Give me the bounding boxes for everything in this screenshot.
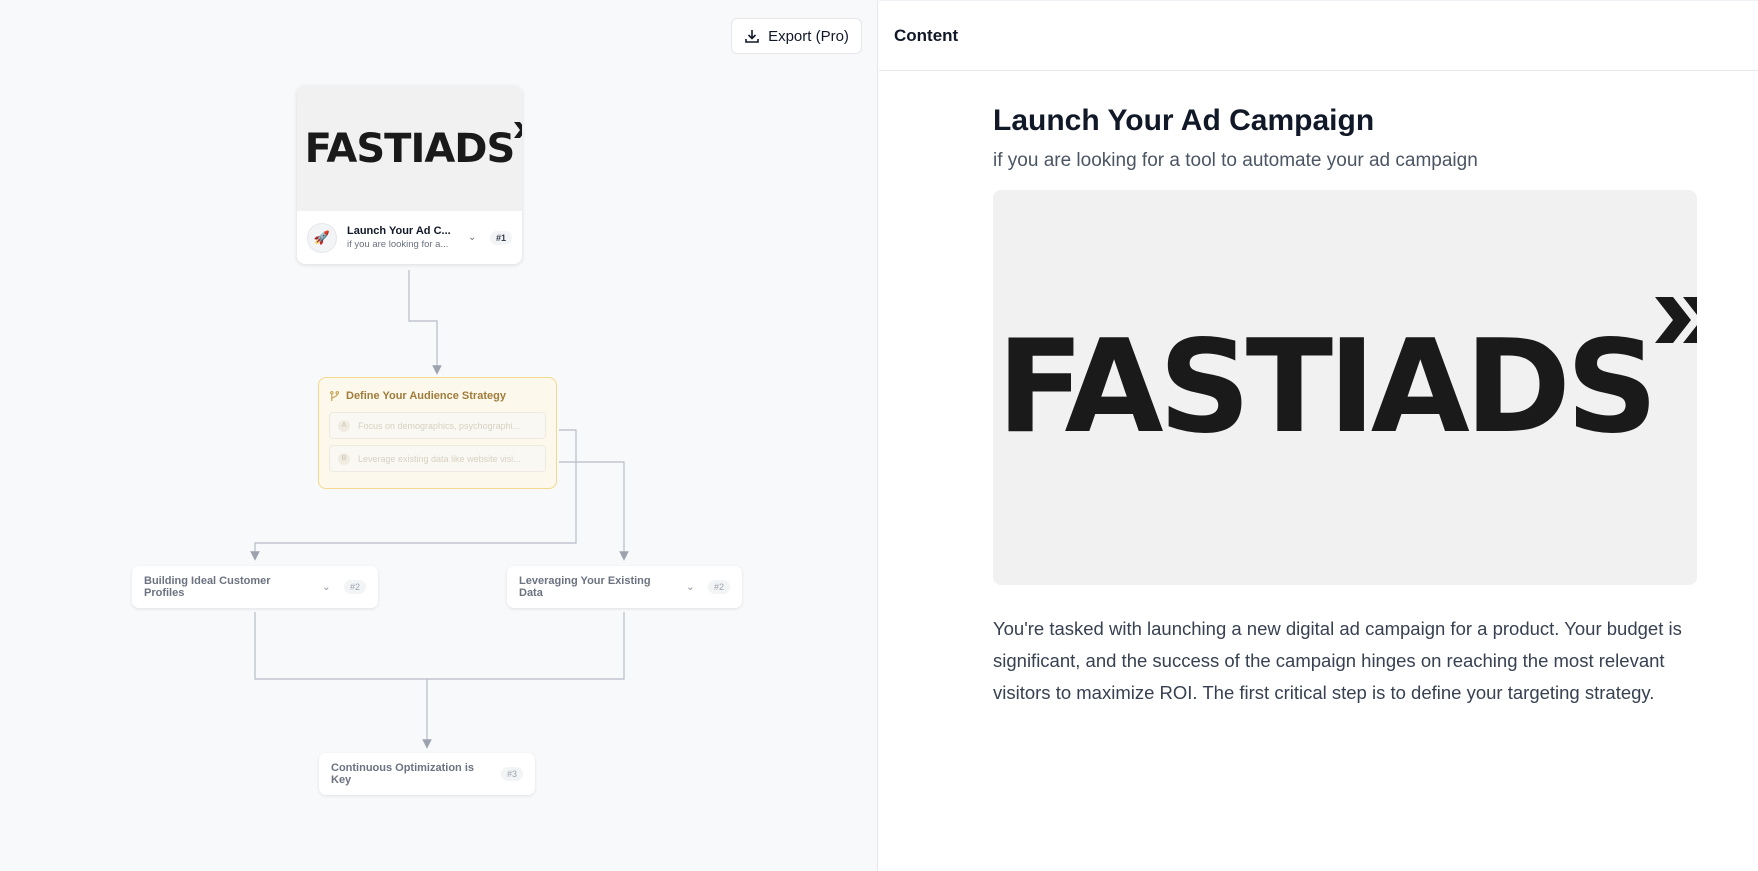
connector-option-b [559, 461, 629, 561]
root-node-subtitle: if you are looking for a... [347, 239, 449, 250]
strategy-node[interactable]: Define Your Audience Strategy A Focus on… [318, 377, 557, 489]
node-leveraging-data[interactable]: Leveraging Your Existing Data ⌄ #2 [507, 566, 742, 608]
node-continuous-optimization[interactable]: Continuous Optimization is Key #3 [319, 753, 535, 795]
connector-root-strategy [408, 270, 442, 375]
double-chevron-icon [1655, 297, 1697, 343]
hero-image: FASTIADS [993, 190, 1697, 585]
chevron-down-icon[interactable]: ⌄ [322, 582, 334, 593]
root-node-title: Launch Your Ad C... [347, 225, 451, 237]
node-title: Building Ideal Customer Profiles [144, 575, 271, 599]
double-chevron-icon [514, 121, 522, 138]
root-node-image: FASTIADS [297, 86, 522, 211]
strategy-option-a[interactable]: A Focus on demographics, psychographi... [329, 412, 546, 439]
content-subtitle: if you are looking for a tool to automat… [993, 150, 1478, 171]
fastiads-logo: FASTIADS [997, 297, 1697, 462]
download-icon [745, 30, 759, 43]
strategy-node-header: Define Your Audience Strategy [329, 386, 546, 406]
root-node-info: 🚀 Launch Your Ad C... if you are looking… [297, 211, 522, 264]
content-body: You're tasked with launching a new digit… [993, 618, 1682, 703]
strategy-option-text: Leverage existing data like website visi… [358, 453, 521, 464]
export-label: Export (Pro) [768, 27, 849, 45]
node-badge: #1 [489, 230, 512, 245]
content-title: Launch Your Ad Campaign [993, 104, 1375, 137]
connector-building-continuous [254, 612, 427, 680]
node-badge: #2 [707, 580, 730, 594]
content-panel: Content Launch Your Ad Campaign if you a… [879, 0, 1758, 871]
panel-body: Launch Your Ad Campaign if you are looki… [993, 102, 1697, 709]
rocket-icon: 🚀 [307, 222, 337, 253]
node-title: Leveraging Your Existing Data [519, 575, 651, 599]
branch-icon [329, 390, 340, 401]
chevron-down-icon[interactable]: ⌄ [686, 582, 698, 593]
node-badge: #3 [500, 767, 523, 781]
connector-leveraging-continuous [427, 612, 625, 680]
strategy-node-title: Define Your Audience Strategy [346, 390, 506, 402]
fastiads-logo: FASTIADS [305, 121, 522, 172]
strategy-option-text: Focus on demographics, psychographi... [358, 420, 521, 431]
node-building-profiles[interactable]: Building Ideal Customer Profiles ⌄ #2 [132, 566, 378, 608]
panel-header: Content [879, 0, 1758, 71]
strategy-option-b[interactable]: B Leverage existing data like website vi… [329, 445, 546, 472]
flow-canvas[interactable]: Export (Pro) FASTIADS 🚀 Launch Your Ad C… [0, 0, 878, 871]
export-button[interactable]: Export (Pro) [731, 18, 862, 54]
node-badge: #2 [343, 580, 366, 594]
node-title: Continuous Optimization is Key [331, 762, 474, 786]
chevron-down-icon[interactable]: ⌄ [468, 232, 480, 243]
root-node[interactable]: FASTIADS 🚀 Launch Your Ad C... if you ar… [297, 86, 522, 264]
